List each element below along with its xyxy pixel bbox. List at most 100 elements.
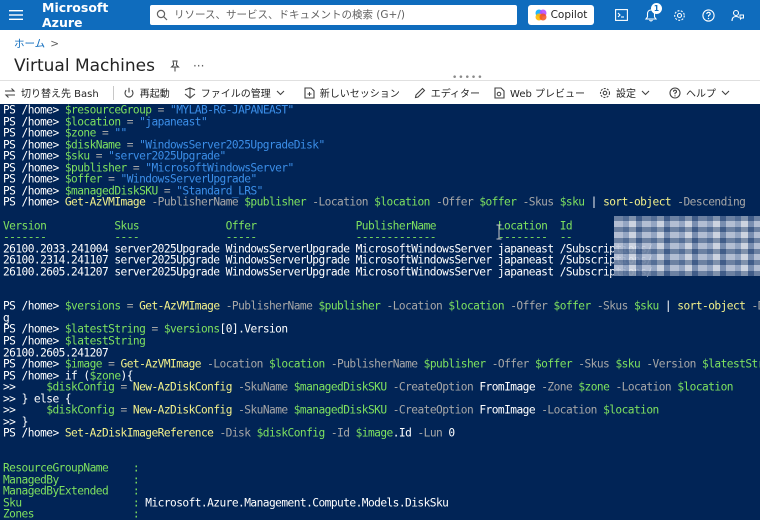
terminal-line: >> $diskConfig = New-AzDiskConfig -SkuNa… bbox=[3, 380, 734, 394]
terminal-token: -PublisherName bbox=[219, 299, 319, 314]
pin-icon[interactable] bbox=[169, 60, 181, 72]
breadcrumb-home[interactable]: ホーム bbox=[14, 36, 45, 51]
terminal-token: $zone bbox=[578, 380, 610, 394]
search-input[interactable] bbox=[174, 9, 514, 21]
terminal-token: $sku bbox=[559, 195, 585, 210]
terminal-token: -Id bbox=[324, 426, 356, 441]
new-session-label: 新しいセッション bbox=[319, 89, 400, 100]
new-session-button[interactable]: 新しいセッション bbox=[304, 82, 400, 104]
chevron-down-icon bbox=[721, 90, 730, 95]
search-icon bbox=[156, 9, 168, 21]
terminal-token: -Location bbox=[200, 357, 270, 371]
cloud-shell-toolbar: 切り替え先 Bash 再起動 ファイルの管理 新しいセッション エディター We… bbox=[0, 80, 760, 104]
restart-button[interactable]: 再起動 bbox=[123, 82, 170, 104]
terminal-token: $offer bbox=[553, 299, 592, 314]
terminal-token: -PublisherName bbox=[145, 195, 245, 210]
terminal-token: .Id bbox=[392, 426, 418, 441]
terminal-token: -Offer bbox=[485, 357, 535, 371]
switch-to-bash-button[interactable]: 切り替え先 Bash bbox=[4, 82, 99, 104]
terminal-token: -Disk bbox=[213, 426, 257, 441]
manage-files-button[interactable]: ファイルの管理 bbox=[184, 82, 290, 104]
terminal-token: = bbox=[114, 380, 133, 394]
terminal-token: $publisher bbox=[318, 299, 381, 314]
web-preview-button[interactable]: Web プレビュー bbox=[494, 82, 585, 104]
settings-label: 設定 bbox=[616, 89, 637, 100]
terminal-token: $location bbox=[374, 195, 430, 210]
settings-menu-button[interactable]: 設定 bbox=[599, 82, 655, 104]
terminal-token: $publisher bbox=[244, 195, 307, 210]
restart-label: 再起動 bbox=[139, 89, 170, 100]
settings-button[interactable] bbox=[665, 0, 694, 30]
terminal-token: -Skus bbox=[572, 357, 616, 371]
breadcrumb: ホーム > bbox=[14, 36, 59, 51]
terminal-token: -CreateOption bbox=[386, 403, 480, 418]
copilot-button[interactable]: Copilot bbox=[528, 5, 594, 25]
terminal-token: -Descendin bbox=[751, 299, 760, 314]
terminal-token: Get-AzVMImage bbox=[139, 299, 220, 314]
editor-button[interactable]: エディター bbox=[414, 82, 480, 104]
terminal-token: "japaneast" bbox=[139, 114, 208, 129]
terminal-token: -Skus bbox=[590, 299, 634, 314]
terminal-token: -PublisherName bbox=[324, 357, 424, 371]
terminal-token: $managedDiskSKU bbox=[293, 380, 387, 394]
terminal-token: $diskConfig bbox=[46, 403, 115, 418]
terminal-token: PS /home> bbox=[3, 195, 65, 210]
terminal-token: sort-object bbox=[677, 299, 746, 314]
power-icon bbox=[124, 87, 134, 98]
terminal-token: -CreateOption bbox=[386, 380, 480, 394]
terminal-line: PS /home> Get-AzVMImage -PublisherName $… bbox=[3, 195, 746, 210]
cloud-shell-button[interactable] bbox=[607, 0, 636, 30]
editor-label: エディター bbox=[430, 89, 481, 100]
terminal-token: $image bbox=[355, 426, 394, 441]
redacted-overlay bbox=[614, 216, 760, 276]
top-icons: 1 bbox=[607, 0, 752, 30]
terminal-token: -Zone bbox=[535, 380, 579, 394]
chevron-down-icon bbox=[641, 90, 650, 95]
terminal-token: -SkuName bbox=[231, 380, 294, 394]
terminal-token: PS /home> bbox=[3, 299, 65, 314]
terminal-token: $versions bbox=[64, 299, 121, 314]
title-row: Virtual Machines ··· bbox=[14, 55, 204, 77]
global-search[interactable] bbox=[150, 5, 517, 25]
terminal-token: $diskConfig bbox=[256, 426, 326, 441]
terminal-token: [0].Version bbox=[219, 322, 289, 337]
web-preview-icon bbox=[494, 86, 505, 99]
chevron-down-icon bbox=[276, 90, 285, 95]
terminal-token: -Location bbox=[306, 195, 375, 210]
terminal-token: -Descending bbox=[671, 195, 746, 210]
terminal-token: | bbox=[658, 299, 678, 314]
terminal-token: sort-object bbox=[603, 195, 672, 210]
portal-menu-button[interactable] bbox=[0, 0, 32, 30]
help-menu-button[interactable]: ヘルプ bbox=[669, 82, 735, 104]
terminal-token: -Offer bbox=[429, 195, 480, 210]
manage-files-label: ファイルの管理 bbox=[200, 89, 271, 100]
copilot-icon bbox=[535, 9, 547, 21]
terminal-token: PS /home> bbox=[3, 426, 65, 441]
notifications-button[interactable]: 1 bbox=[636, 0, 665, 30]
terminal-token: $location bbox=[677, 380, 733, 394]
feedback-button[interactable] bbox=[723, 0, 752, 30]
terminal-token: -Version bbox=[640, 357, 703, 371]
terminal-token: $publisher bbox=[423, 357, 486, 371]
terminal-token: -Location bbox=[535, 403, 604, 418]
terminal-token: Set-AzDiskImageReference bbox=[64, 426, 214, 441]
text-cursor-icon bbox=[496, 224, 502, 240]
terminal-token: = bbox=[114, 403, 133, 418]
switch-icon bbox=[4, 87, 16, 98]
pencil-icon bbox=[414, 87, 425, 98]
terminal-token: -Skus bbox=[516, 195, 560, 210]
help-icon bbox=[702, 8, 715, 22]
terminal-token: Get-AzVMImage bbox=[64, 195, 146, 210]
hamburger-icon bbox=[9, 10, 23, 20]
terminal-line: PS /home> Set-AzDiskImageReference -Disk… bbox=[3, 427, 455, 439]
brand-title[interactable]: Microsoft Azure bbox=[42, 0, 142, 30]
toolbar-divider bbox=[112, 85, 114, 100]
powershell-terminal[interactable]: PS /home> $resourceGroup = "MYLAB-RG-JAP… bbox=[0, 104, 760, 520]
terminal-token: = bbox=[145, 322, 164, 337]
terminal-token: FromImage bbox=[479, 403, 536, 418]
more-options-button[interactable]: ··· bbox=[193, 59, 204, 73]
terminal-token: $offer bbox=[479, 195, 517, 210]
help-button[interactable] bbox=[694, 0, 723, 30]
terminal-token: 0 bbox=[448, 426, 455, 441]
terminal-token: $versions bbox=[163, 322, 220, 337]
